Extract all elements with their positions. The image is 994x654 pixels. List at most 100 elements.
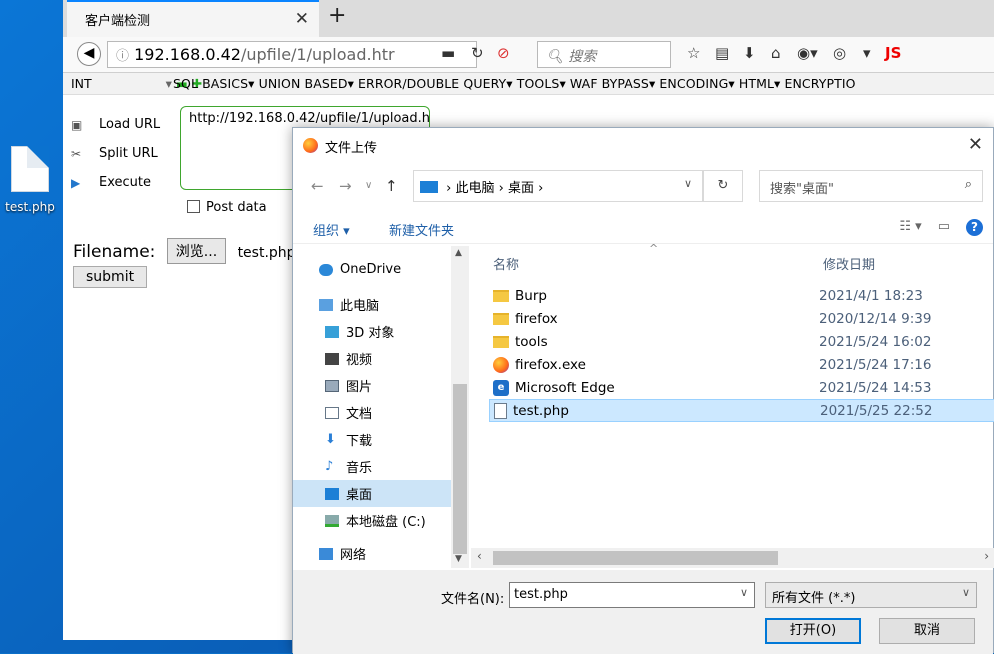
horizontal-scrollbar[interactable]: ‹ › bbox=[471, 548, 994, 568]
js-toggle[interactable]: JS bbox=[885, 44, 901, 62]
open-button[interactable]: 打开(O) bbox=[765, 618, 861, 644]
load-url-button[interactable]: ▣ Load URL bbox=[63, 110, 178, 139]
dialog-titlebar: 文件上传 ✕ bbox=[293, 128, 993, 164]
firefox-icon bbox=[303, 138, 318, 153]
film-icon bbox=[325, 352, 339, 365]
view-options-icon[interactable]: ☷ ▾ bbox=[899, 219, 921, 236]
dialog-footer: 文件名(N): test.php ∨ 所有文件 (*.*) ∨ 打开(O) 取消 bbox=[293, 570, 993, 654]
post-data-checkbox[interactable]: Post data bbox=[187, 200, 267, 215]
nav-item-desktop[interactable]: 桌面 bbox=[293, 480, 451, 507]
dialog-search-placeholder: 搜索"桌面" bbox=[770, 182, 834, 197]
nav-item-local-disk[interactable]: 本地磁盘 (C:) bbox=[293, 507, 451, 534]
file-row[interactable]: Burp 2021/4/1 18:23 bbox=[489, 284, 994, 307]
edge-icon: e bbox=[493, 379, 509, 396]
download-arrow-icon: ⬇ bbox=[325, 432, 336, 447]
url-bar[interactable]: ⓘ 192.168.0.42/upfile/1/upload.htr bbox=[107, 41, 477, 68]
search-box[interactable]: 🔍︎ 搜索 bbox=[537, 41, 671, 68]
info-icon[interactable]: ⓘ bbox=[116, 49, 129, 64]
folder-icon bbox=[493, 312, 509, 325]
nav-item-pictures[interactable]: 图片 bbox=[293, 372, 451, 399]
tab-bar: 客户端检测 ✕ + bbox=[63, 0, 994, 37]
addon-icon[interactable]: ◉▾ bbox=[797, 44, 818, 62]
nav-item-videos[interactable]: 视频 bbox=[293, 345, 451, 372]
nav-item-3d-objects[interactable]: 3D 对象 bbox=[293, 318, 451, 345]
chevron-down-icon: ∨ bbox=[683, 177, 692, 190]
address-row: ← → ∨ ↑ › 此电脑 › 桌面 › ∨ ↻ 搜索"桌面" ⌕ bbox=[299, 170, 989, 202]
file-list: ^ 名称 修改日期 Burp 2021/4/1 18:23 firefox 20… bbox=[471, 242, 994, 568]
nav-scrollbar[interactable]: ▲ ▼ bbox=[451, 246, 469, 568]
chevron-down-icon: ∨ bbox=[961, 586, 970, 599]
image-icon bbox=[325, 379, 339, 392]
document-icon bbox=[325, 406, 339, 419]
nav-item-documents[interactable]: 文档 bbox=[293, 399, 451, 426]
palette-icon[interactable]: ◎ bbox=[833, 44, 846, 62]
reload-icon[interactable]: ↻ bbox=[471, 44, 484, 62]
file-row[interactable]: e Microsoft Edge 2021/5/24 14:53 bbox=[489, 376, 994, 399]
search-icon: ⌕ bbox=[964, 177, 972, 192]
scrollbar-thumb bbox=[493, 551, 778, 565]
new-folder-button[interactable]: 新建文件夹 bbox=[389, 220, 454, 239]
filename-value: test.php bbox=[514, 587, 568, 602]
folder-icon bbox=[493, 335, 509, 348]
filename-input[interactable]: test.php ∨ bbox=[509, 582, 755, 608]
breadcrumb-item[interactable]: 桌面 bbox=[508, 181, 534, 196]
column-name[interactable]: 名称 bbox=[493, 254, 519, 273]
browser-tab[interactable]: 客户端检测 ✕ bbox=[67, 0, 319, 37]
nav-item-music[interactable]: ♪ 音乐 bbox=[293, 453, 451, 480]
file-row[interactable]: test.php 2021/5/25 22:52 bbox=[489, 399, 994, 422]
pc-icon bbox=[319, 298, 333, 311]
nav-item-onedrive[interactable]: OneDrive bbox=[293, 256, 451, 283]
file-row[interactable]: firefox 2020/12/14 9:39 bbox=[489, 307, 994, 330]
music-note-icon: ♪ bbox=[325, 459, 334, 474]
close-icon[interactable]: ✕ bbox=[968, 134, 983, 155]
block-icon[interactable]: ⊘ bbox=[497, 44, 510, 62]
back-button[interactable]: ◀ bbox=[77, 42, 101, 66]
browse-button[interactable]: 浏览... bbox=[166, 238, 227, 264]
file-list-header: ^ 名称 修改日期 bbox=[471, 242, 994, 276]
desktop-icon-label: test.php bbox=[5, 200, 55, 214]
split-url-button[interactable]: ✂ Split URL bbox=[63, 139, 178, 168]
reader-icon[interactable]: ▬ bbox=[441, 44, 455, 62]
pc-icon bbox=[420, 181, 438, 193]
file-row[interactable]: tools 2021/5/24 16:02 bbox=[489, 330, 994, 353]
home-icon[interactable]: ⌂ bbox=[771, 44, 781, 62]
desktop-file-test-php[interactable]: test.php bbox=[0, 146, 60, 214]
preview-pane-icon[interactable]: ▭ bbox=[938, 219, 950, 236]
chevron-down-icon: ∨ bbox=[739, 586, 748, 599]
dialog-search[interactable]: 搜索"桌面" ⌕ bbox=[759, 170, 983, 202]
nav-item-this-pc[interactable]: 此电脑 bbox=[293, 291, 451, 318]
bookmark-icon[interactable]: ☆ bbox=[687, 44, 700, 62]
hackbar-menu: INT ▾ ▬ ✚ SQL BASICS▾ UNION BASED▾ ERROR… bbox=[63, 73, 994, 95]
help-icon[interactable]: ? bbox=[966, 219, 983, 236]
file-row[interactable]: firefox.exe 2021/5/24 17:16 bbox=[489, 353, 994, 376]
document-icon bbox=[494, 402, 507, 419]
close-tab-icon[interactable]: ✕ bbox=[295, 9, 309, 29]
hackbar-menu-items[interactable]: SQL BASICS▾ UNION BASED▾ ERROR/DOUBLE QU… bbox=[173, 76, 856, 91]
load-icon: ▣ bbox=[71, 117, 83, 132]
filetype-select[interactable]: 所有文件 (*.*) ∨ bbox=[765, 582, 977, 608]
network-icon bbox=[319, 547, 333, 560]
scrollbar-thumb bbox=[453, 384, 467, 554]
cancel-button[interactable]: 取消 bbox=[879, 618, 975, 644]
breadcrumb[interactable]: › 此电脑 › 桌面 › ∨ bbox=[413, 170, 703, 202]
execute-button[interactable]: ▶ Execute bbox=[63, 168, 178, 197]
nav-item-downloads[interactable]: ⬇ 下载 bbox=[293, 426, 451, 453]
forward-arrow-icon[interactable]: → bbox=[339, 177, 352, 195]
submit-button[interactable]: submit bbox=[73, 266, 148, 288]
nav-pane: OneDrive 此电脑 3D 对象 视频 图片 文档 ⬇ 下载 ♪ 音乐 桌面 本… bbox=[293, 246, 469, 568]
url-path: /upfile/1/upload.htr bbox=[240, 45, 395, 64]
up-arrow-icon[interactable]: ↑ bbox=[385, 177, 398, 195]
refresh-button[interactable]: ↻ bbox=[703, 170, 743, 202]
column-date[interactable]: 修改日期 bbox=[823, 254, 875, 273]
nav-item-network[interactable]: 网络 bbox=[293, 540, 451, 567]
download-icon[interactable]: ⬇ bbox=[743, 44, 756, 62]
library-icon[interactable]: ▤ bbox=[715, 44, 729, 62]
file-upload-dialog: 文件上传 ✕ ← → ∨ ↑ › 此电脑 › 桌面 › ∨ ↻ 搜索"桌面" ⌕… bbox=[292, 127, 994, 654]
recent-chevron-icon[interactable]: ∨ bbox=[365, 180, 372, 191]
organize-menu[interactable]: 组织 ▾ bbox=[313, 220, 350, 239]
menu-icon[interactable]: ▾ bbox=[863, 44, 871, 62]
back-arrow-icon[interactable]: ← bbox=[311, 177, 324, 195]
new-tab-icon[interactable]: + bbox=[328, 3, 346, 28]
breadcrumb-item[interactable]: 此电脑 bbox=[455, 181, 494, 196]
scroll-left-icon: ‹ bbox=[477, 549, 482, 563]
